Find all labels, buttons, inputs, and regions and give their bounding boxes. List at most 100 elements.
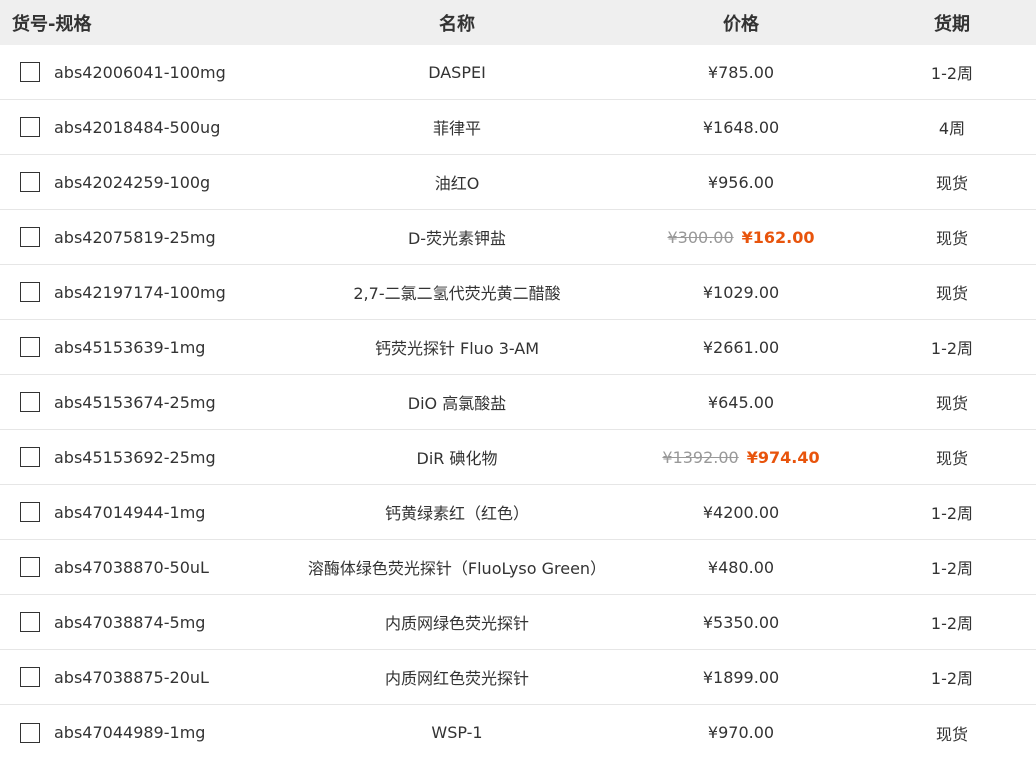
price-cell: ¥4200.00 [614, 503, 868, 522]
sku-text: abs42024259-100g [54, 172, 211, 192]
lead-time: 现货 [935, 229, 968, 248]
table-row: abs47038875-20uL 内质网红色荧光探针 ¥1899.00 1-2周 [0, 650, 1036, 705]
header-price: 价格 [723, 13, 759, 35]
row-checkbox[interactable] [20, 502, 40, 522]
sku-text: abs45153692-25mg [54, 447, 216, 467]
price-cell: ¥956.00 [614, 173, 868, 192]
row-checkbox[interactable] [20, 117, 40, 137]
table-row: abs45153639-1mg 钙荧光探针 Fluo 3-AM ¥2661.00… [0, 320, 1036, 375]
original-price: ¥300.00 [667, 227, 734, 247]
sku-cell: abs45153674-25mg [0, 392, 300, 412]
sku-cell: abs47038874-5mg [0, 612, 300, 632]
lead-time: 1-2周 [930, 339, 974, 358]
price: ¥1648.00 [702, 117, 780, 137]
product-name: DASPEI [428, 62, 486, 82]
price-cell: ¥1392.00 ¥974.40 [614, 448, 868, 467]
price-cell: ¥1029.00 [614, 283, 868, 302]
product-name: 2,7-二氯二氢代荧光黄二醋酸 [353, 284, 561, 303]
row-checkbox[interactable] [20, 447, 40, 467]
row-checkbox[interactable] [20, 282, 40, 302]
product-name: 菲律平 [432, 119, 481, 138]
product-name: 钙黄绿素红（红色） [384, 504, 529, 523]
price: ¥956.00 [707, 172, 775, 192]
row-checkbox[interactable] [20, 667, 40, 687]
row-checkbox[interactable] [20, 612, 40, 632]
table-row: abs47044989-1mg WSP-1 ¥970.00 现货 [0, 705, 1036, 760]
product-table: 货号-规格 名称 价格 货期 abs42006041-100mg DASPEI … [0, 0, 1036, 760]
lead-time: 现货 [935, 449, 968, 468]
lead-time: 现货 [935, 724, 968, 744]
lead-time: 1-2周 [930, 64, 974, 83]
header-name: 名称 [439, 13, 475, 35]
sku-text: abs47044989-1mg [54, 723, 206, 742]
row-checkbox[interactable] [20, 392, 40, 412]
sku-text: abs47014944-1mg [54, 502, 206, 522]
sku-cell: abs45153692-25mg [0, 447, 300, 467]
lead-time: 现货 [935, 284, 968, 303]
sku-cell: abs42018484-500ug [0, 117, 300, 137]
product-name: 油红O [434, 174, 480, 193]
table-row: abs42018484-500ug 菲律平 ¥1648.00 4周 [0, 100, 1036, 155]
lead-time: 1-2周 [930, 559, 974, 578]
sku-text: abs45153639-1mg [54, 337, 206, 357]
price: ¥5350.00 [702, 612, 780, 632]
sku-text: abs47038875-20uL [54, 667, 209, 687]
table-row: abs42006041-100mg DASPEI ¥785.00 1-2周 [0, 45, 1036, 100]
row-checkbox[interactable] [20, 337, 40, 357]
price-cell: ¥2661.00 [614, 338, 868, 357]
row-checkbox[interactable] [20, 172, 40, 192]
price-cell: ¥1899.00 [614, 668, 868, 687]
price: ¥785.00 [707, 62, 775, 82]
lead-time: 4周 [938, 119, 966, 138]
sku-cell: abs47038875-20uL [0, 667, 300, 687]
product-name: DiO 高氯酸盐 [407, 394, 507, 413]
lead-time: 1-2周 [930, 669, 974, 688]
sku-text: abs42075819-25mg [54, 227, 216, 247]
table-row: abs45153674-25mg DiO 高氯酸盐 ¥645.00 现货 [0, 375, 1036, 430]
price-cell: ¥645.00 [614, 393, 868, 412]
sku-cell: abs42197174-100mg [0, 282, 300, 302]
header-lead-time: 货期 [934, 13, 970, 35]
sku-cell: abs45153639-1mg [0, 337, 300, 357]
sku-cell: abs47044989-1mg [0, 722, 300, 743]
row-checkbox[interactable] [20, 557, 40, 577]
product-name: 内质网绿色荧光探针 [384, 614, 529, 633]
sku-text: abs42006041-100mg [54, 62, 226, 82]
original-price: ¥1392.00 [662, 447, 739, 467]
row-checkbox[interactable] [20, 227, 40, 247]
table-header: 货号-规格 名称 价格 货期 [0, 0, 1036, 45]
lead-time: 现货 [935, 174, 968, 193]
sku-cell: abs42024259-100g [0, 172, 300, 192]
sku-cell: abs47014944-1mg [0, 502, 300, 522]
price-cell: ¥970.00 [614, 723, 868, 742]
lead-time: 1-2周 [930, 614, 974, 633]
table-body: abs42006041-100mg DASPEI ¥785.00 1-2周 ab… [0, 45, 1036, 760]
product-name: 溶酶体绿色荧光探针（FluoLyso Green） [307, 559, 607, 578]
sku-text: abs42018484-500ug [54, 117, 221, 137]
sku-cell: abs42075819-25mg [0, 227, 300, 247]
price: ¥1899.00 [702, 667, 780, 687]
table-row: abs42024259-100g 油红O ¥956.00 现货 [0, 155, 1036, 210]
price-cell: ¥480.00 [614, 558, 868, 577]
price: ¥1029.00 [702, 282, 780, 302]
price: ¥645.00 [707, 392, 775, 412]
header-sku: 货号-规格 [12, 13, 92, 35]
row-checkbox[interactable] [20, 62, 40, 82]
row-checkbox[interactable] [20, 722, 40, 743]
price: ¥974.40 [746, 447, 820, 467]
price: ¥2661.00 [702, 337, 780, 357]
sku-text: abs45153674-25mg [54, 392, 216, 412]
product-name: 钙荧光探针 Fluo 3-AM [374, 339, 540, 358]
table-row: abs42197174-100mg 2,7-二氯二氢代荧光黄二醋酸 ¥1029.… [0, 265, 1036, 320]
lead-time: 现货 [935, 394, 968, 413]
price: ¥970.00 [707, 723, 775, 742]
sku-text: abs42197174-100mg [54, 282, 226, 302]
sku-cell: abs47038870-50uL [0, 557, 300, 577]
price-cell: ¥1648.00 [614, 118, 868, 137]
table-row: abs47038874-5mg 内质网绿色荧光探针 ¥5350.00 1-2周 [0, 595, 1036, 650]
table-row: abs42075819-25mg D-荧光素钾盐 ¥300.00 ¥162.00 … [0, 210, 1036, 265]
product-name: WSP-1 [431, 723, 483, 742]
table-row: abs47014944-1mg 钙黄绿素红（红色） ¥4200.00 1-2周 [0, 485, 1036, 540]
price-cell: ¥5350.00 [614, 613, 868, 632]
sku-cell: abs42006041-100mg [0, 62, 300, 82]
